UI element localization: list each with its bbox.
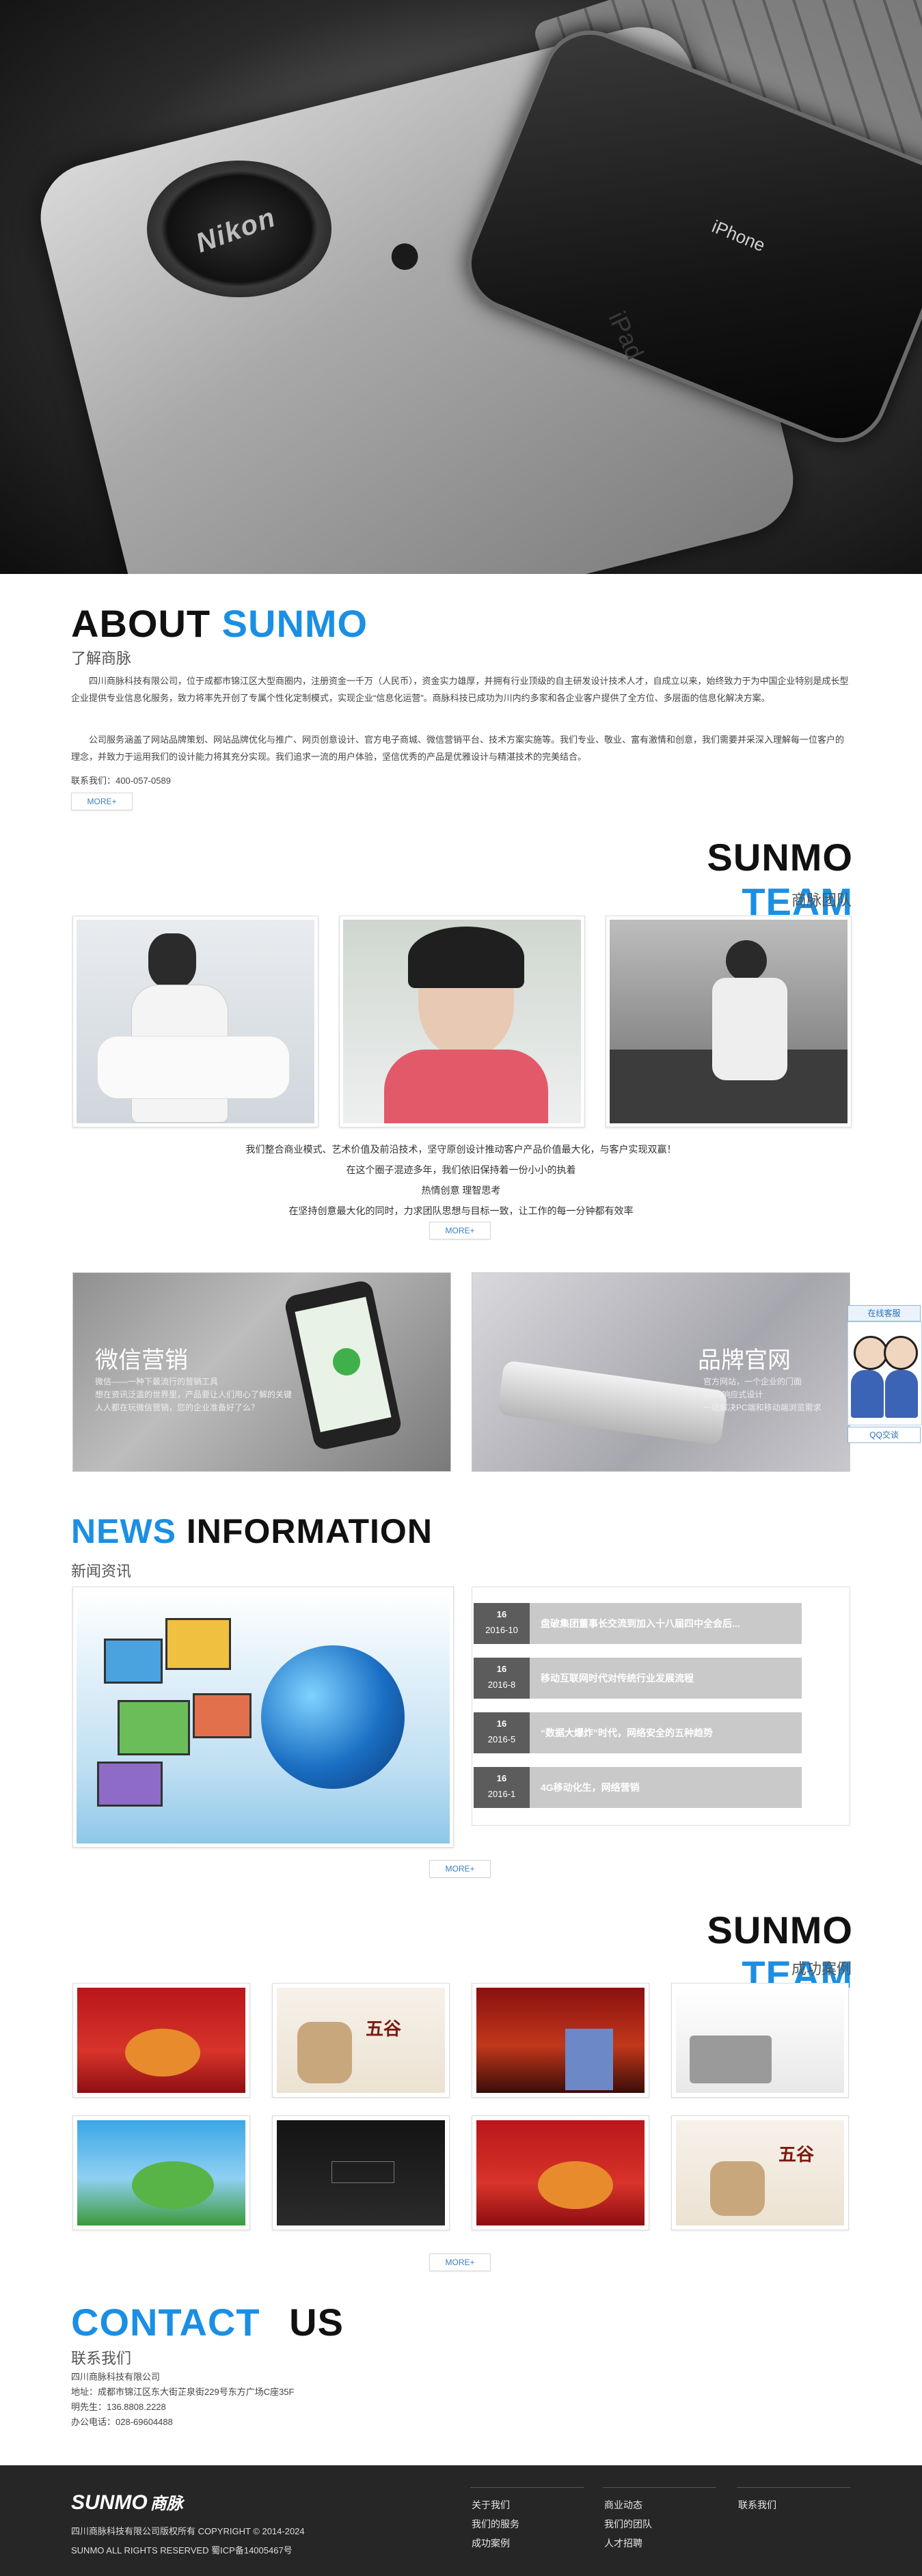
footer-link-cases[interactable]: 成功案例 xyxy=(472,2536,510,2550)
promo-website-line-3: 一站解决PC端和移动端浏览需求 xyxy=(703,1403,822,1412)
news-more-button[interactable]: MORE+ xyxy=(429,1860,491,1878)
hero-banner: Nikon ● iPhone iPad xyxy=(0,0,922,574)
promo-website[interactable]: 品牌官网 官方网站，一个企业的门面 WEB响应式设计 一站解决PC端和移动端浏览… xyxy=(472,1272,850,1472)
team-more-button[interactable]: MORE+ xyxy=(429,1222,491,1239)
news-item[interactable]: 16 2016-10 盘破集团董事长交流到加入十八届四中全会后... xyxy=(474,1603,802,1644)
contact-subtitle: 联系我们 xyxy=(71,2351,132,2368)
case-thumbnail[interactable]: 五谷 xyxy=(671,2115,849,2230)
promo-wechat-line-1: 微信——一种下最流行的营销工具 xyxy=(95,1377,219,1386)
contact-company: 四川商脉科技有限公司 xyxy=(71,2372,161,2382)
team-photo-1 xyxy=(72,916,318,1127)
promo-wechat-line-2: 想在资讯泛滥的世界里，产品要让人们用心了解的关键 xyxy=(95,1390,293,1399)
promo-website-line-2: WEB响应式设计 xyxy=(703,1390,763,1399)
team-photo-3 xyxy=(606,916,852,1127)
cases-subtitle: 成功案例 xyxy=(791,1961,852,1978)
news-feature-image xyxy=(72,1587,454,1848)
team-subtitle: 商脉团队 xyxy=(791,892,852,909)
lens-brand: Nikon xyxy=(191,202,280,259)
news-item[interactable]: 16 2016-1 4G移动化生，网络营销 xyxy=(474,1767,802,1808)
contact-title: CONTACT US xyxy=(71,2301,344,2344)
footer: SUNMO 商脉 四川商脉科技有限公司版权所有 COPYRIGHT © 2014-… xyxy=(0,2465,922,2576)
contact-office-phone: 办公电话：028-69604488 xyxy=(71,2417,173,2427)
about-subtitle: 了解商脉 xyxy=(71,650,132,668)
about-contact: 联系我们：400-057-0589 xyxy=(71,776,171,786)
footer-link-team[interactable]: 我们的团队 xyxy=(604,2517,652,2531)
footer-link-jobs[interactable]: 人才招聘 xyxy=(604,2536,642,2550)
news-item[interactable]: 16 2016-8 移动互联网时代对传统行业发展流程 xyxy=(474,1658,802,1699)
case-thumbnail[interactable] xyxy=(72,1983,250,2098)
about-more-button[interactable]: MORE+ xyxy=(71,793,133,810)
team-line-3: 热情创意 理智思考 xyxy=(421,1185,501,1196)
online-service-header: 在线客服 xyxy=(848,1305,921,1321)
news-subtitle: 新闻资讯 xyxy=(71,1563,132,1580)
promo-wechat[interactable]: 微信营销 微信——一种下最流行的营销工具 想在资讯泛滥的世界里，产品要让人们用心… xyxy=(72,1272,451,1472)
news-item[interactable]: 16 2016-5 “数据大爆炸”时代，网络安全的五种趋势 xyxy=(474,1712,802,1753)
promo-website-line-1: 官方网站，一个企业的门面 xyxy=(703,1377,802,1386)
about-paragraph-2: 公司服务涵盖了网站品牌策划、网站品牌优化与推广、网页创意设计、官方电子商城、微信… xyxy=(71,735,845,762)
about-paragraph-1: 四川商脉科技有限公司，位于成都市锦江区大型商圈内，注册资金一千万（人民币），资金… xyxy=(71,676,849,703)
footer-link-news[interactable]: 商业动态 xyxy=(604,2498,642,2512)
service-avatars xyxy=(848,1321,922,1425)
contact-person: 明先生：136.8808.2228 xyxy=(71,2402,166,2412)
team-photo-2 xyxy=(339,916,585,1127)
about-title: ABOUT SUNMO xyxy=(71,602,368,645)
news-item-title: 4G移动化生，网络营销 xyxy=(541,1782,640,1793)
news-title: NEWS INFORMATION xyxy=(71,1512,433,1550)
contact-address: 地址：成都市锦江区东大街芷泉街229号东方广场C座35F xyxy=(71,2387,295,2397)
news-item-title: 盘破集团董事长交流到加入十八届四中全会后... xyxy=(541,1618,740,1629)
news-item-title: “数据大爆炸”时代，网络安全的五种趋势 xyxy=(541,1727,713,1738)
case-thumbnail[interactable]: 五谷 xyxy=(272,1983,450,2098)
news-date: 16 2016-8 xyxy=(474,1658,530,1699)
news-date: 16 2016-1 xyxy=(474,1767,530,1808)
lens-cap-graphic: Nikon xyxy=(147,161,331,297)
apple-logo-icon: ● xyxy=(386,219,424,288)
case-thumbnail[interactable] xyxy=(272,2115,450,2230)
footer-logo[interactable]: SUNMO 商脉 xyxy=(71,2490,183,2515)
case-thumbnail[interactable] xyxy=(472,1983,649,2098)
team-line-2: 在这个圈子混迹多年，我们依旧保持着一份小小的执着 xyxy=(346,1164,576,1175)
cases-more-button[interactable]: MORE+ xyxy=(429,2253,491,2271)
online-service-widget: 在线客服 QQ交谈 xyxy=(848,1305,922,1446)
case-thumbnail[interactable] xyxy=(472,2115,649,2230)
footer-link-about[interactable]: 关于我们 xyxy=(472,2498,510,2512)
footer-rights: SUNMO ALL RIGHTS RESERVED 蜀ICP备14005467号 xyxy=(71,2545,293,2556)
news-item-title: 移动互联网时代对传统行业发展流程 xyxy=(541,1673,694,1684)
footer-link-services[interactable]: 我们的服务 xyxy=(472,2517,519,2531)
news-date: 16 2016-5 xyxy=(474,1712,530,1753)
news-date: 16 2016-10 xyxy=(474,1603,530,1644)
qq-chat-button[interactable]: QQ交谈 xyxy=(848,1427,921,1443)
team-line-1: 我们整合商业模式、艺术价值及前沿技术，坚守原创设计推动客户产品价值最大化，与客户… xyxy=(245,1144,677,1155)
case-thumbnail[interactable] xyxy=(671,1983,849,2098)
promo-wechat-line-3: 人人都在玩微信营销，您的企业准备好了么？ xyxy=(95,1403,260,1412)
team-title: SUNMO TEAM xyxy=(707,836,853,923)
footer-copyright: 四川商脉科技有限公司版权所有 COPYRIGHT © 2014-2024 xyxy=(71,2526,305,2536)
promo-wechat-title: 微信营销 xyxy=(95,1347,188,1374)
footer-link-contact[interactable]: 联系我们 xyxy=(738,2498,776,2512)
team-line-4: 在坚持创意最大化的同时，力求团队思想与目标一致，让工作的每一分钟都有效率 xyxy=(288,1205,634,1216)
promo-website-title: 品牌官网 xyxy=(698,1347,791,1374)
case-thumbnail[interactable] xyxy=(72,2115,250,2230)
